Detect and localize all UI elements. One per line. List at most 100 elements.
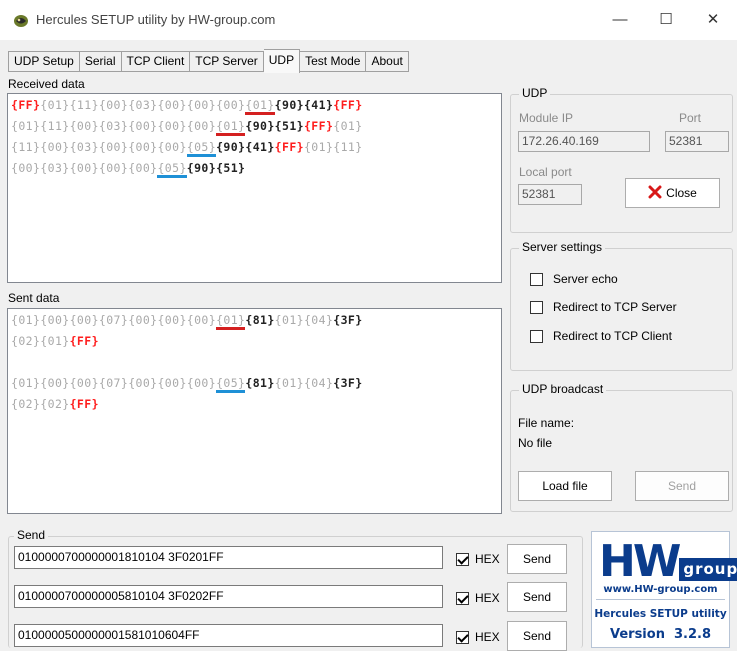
received-byte: {90} (274, 98, 304, 112)
tab-serial[interactable]: Serial (79, 51, 122, 72)
received-byte: {00} (186, 98, 217, 112)
udp-group-title: UDP (519, 86, 551, 100)
send-button-2[interactable]: Send (507, 582, 567, 612)
received-byte: {FF} (303, 119, 334, 133)
received-byte: {00} (128, 140, 158, 154)
hex-checkbox-1[interactable] (456, 552, 469, 566)
received-byte: {00} (69, 119, 99, 133)
sent-data-area[interactable]: {01}{00}{00}{07}{00}{00}{00}{01}{81}{01}… (7, 308, 502, 514)
maximize-button[interactable]: ☐ (643, 0, 689, 40)
send-input-1[interactable]: 0100000700000001810104 3F0201FF (14, 546, 443, 569)
sent-line: {01}{00}{00}{07}{00}{00}{00}{05}{81}{01}… (11, 373, 498, 394)
server-echo-label: Server echo (553, 272, 618, 286)
sent-line (11, 352, 498, 373)
hercules-app-icon (14, 15, 28, 27)
sent-line: {02}{01}{FF} (11, 331, 498, 352)
received-byte: {00} (157, 119, 187, 133)
file-name-value: No file (518, 436, 553, 450)
redirect-tcp-client-option[interactable]: Redirect to TCP Client (530, 329, 672, 343)
sent-byte: {01} (274, 376, 304, 390)
tab-about[interactable]: About (366, 51, 409, 72)
udp-broadcast-title: UDP broadcast (519, 382, 607, 396)
broadcast-send-button[interactable]: Send (635, 471, 729, 501)
tab-udp-setup[interactable]: UDP Setup (8, 51, 80, 72)
redirect-tcp-server-checkbox[interactable] (530, 300, 543, 314)
sent-byte: {00} (40, 313, 70, 327)
load-file-button[interactable]: Load file (518, 471, 612, 501)
received-byte: {FF} (274, 140, 304, 154)
tab-tcp-client[interactable]: TCP Client (121, 51, 191, 72)
received-byte: {01} (40, 98, 70, 112)
redirect-tcp-client-checkbox[interactable] (530, 329, 543, 343)
received-byte: {11} (69, 98, 99, 112)
window-title: Hercules SETUP utility by HW-group.com (36, 12, 276, 27)
redirect-tcp-server-option[interactable]: Redirect to TCP Server (530, 300, 677, 314)
received-byte: {00} (98, 98, 129, 112)
hex-label-2: HEX (475, 591, 500, 605)
received-byte: {03} (128, 98, 158, 112)
port-label: Port (679, 111, 702, 125)
received-byte: {01} (11, 119, 41, 133)
send-button-1[interactable]: Send (507, 544, 567, 574)
received-highlighted-byte: {01} (245, 98, 275, 115)
hex-label-1: HEX (475, 552, 500, 566)
sent-byte: {01} (40, 334, 70, 348)
sent-byte: {07} (98, 313, 129, 327)
sent-byte: {04} (303, 376, 334, 390)
redirect-tcp-client-label: Redirect to TCP Client (553, 329, 672, 343)
send-button-3[interactable]: Send (507, 621, 567, 651)
sent-byte: {3F} (333, 376, 363, 390)
received-byte: {51} (274, 119, 304, 133)
sent-byte: {00} (69, 376, 99, 390)
received-byte: {01} (333, 119, 363, 133)
sent-byte: {00} (186, 376, 217, 390)
redirect-tcp-server-label: Redirect to TCP Server (553, 300, 677, 314)
hex-checkbox-2[interactable] (456, 591, 469, 605)
sent-byte: {02} (11, 334, 41, 348)
sent-byte: {04} (303, 313, 334, 327)
send-input-2[interactable]: 0100000700000005810104 3F0202FF (14, 585, 443, 608)
received-byte: {00} (98, 140, 129, 154)
sent-byte: {00} (157, 376, 187, 390)
minimize-button[interactable]: — (597, 0, 643, 40)
send-input-3[interactable]: 0100000500000001581010604FF (14, 624, 443, 647)
sent-byte: {81} (245, 376, 275, 390)
port-field[interactable]: 52381 (665, 131, 729, 152)
tab-test-mode[interactable]: Test Mode (300, 51, 367, 72)
received-byte: {00} (157, 140, 187, 154)
received-byte: {FF} (11, 98, 41, 112)
sent-line: {02}{02}{FF} (11, 394, 498, 415)
sent-byte: {00} (157, 313, 187, 327)
module-ip-field[interactable]: 172.26.40.169 (518, 131, 650, 152)
hex-option-1[interactable]: HEX (456, 552, 500, 566)
hex-option-2[interactable]: HEX (456, 591, 500, 605)
hex-checkbox-3[interactable] (456, 630, 469, 644)
tab-udp[interactable]: UDP (263, 49, 301, 73)
hw-logo-mark: HW group (599, 538, 737, 584)
received-data-area[interactable]: {FF}{01}{11}{00}{03}{00}{00}{00}{01}{90}… (7, 93, 502, 283)
received-line: {11}{00}{03}{00}{00}{00}{05}{90}{41}{FF}… (11, 137, 498, 158)
sent-byte: {00} (186, 313, 217, 327)
received-byte: {00} (216, 98, 246, 112)
close-button-label: Close (666, 186, 697, 200)
close-window-button[interactable]: ✕ (690, 0, 736, 40)
close-button[interactable]: Close (625, 178, 720, 208)
hw-logo-url: www.HW-group.com (603, 584, 718, 595)
received-byte: {41} (245, 140, 275, 154)
hw-logo-version: Version 3.2.8 (609, 627, 712, 642)
received-data-label: Received data (8, 77, 85, 91)
title-bar: Hercules SETUP utility by HW-group.com —… (0, 0, 737, 40)
tab-tcp-server[interactable]: TCP Server (190, 51, 264, 72)
received-byte: {01} (303, 140, 334, 154)
server-echo-checkbox[interactable] (530, 272, 543, 286)
hex-option-3[interactable]: HEX (456, 630, 500, 644)
received-byte: {41} (303, 98, 334, 112)
hw-logo-product: Hercules SETUP utility (594, 608, 727, 620)
tab-bar: UDP Setup Serial TCP Client TCP Server U… (8, 49, 409, 73)
received-byte: {00} (98, 161, 129, 175)
received-byte: {03} (98, 119, 129, 133)
server-echo-option[interactable]: Server echo (530, 272, 618, 286)
hw-logo-letters: HW (599, 536, 681, 587)
local-port-field[interactable]: 52381 (518, 184, 582, 205)
red-x-icon (648, 185, 662, 199)
